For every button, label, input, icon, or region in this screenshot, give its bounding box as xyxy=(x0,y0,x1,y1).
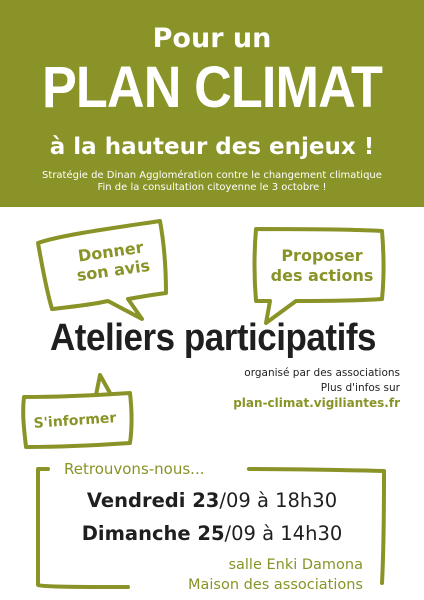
header-subtitle-consultation: Fin de la consultation citoyenne le 3 oc… xyxy=(97,182,327,193)
bubble-proposer-line1: Proposer xyxy=(281,246,363,265)
event-date-vendredi-time: /09 à 18h30 xyxy=(219,489,338,512)
info-plus: Plus d'infos sur xyxy=(320,382,400,394)
info-organise: organisé par des associations xyxy=(244,367,400,379)
event-date-dimanche: Dimanche 25/09 à 14h30 xyxy=(0,522,424,546)
event-retrouvons: Retrouvons-nous... xyxy=(60,460,209,478)
event-date-dimanche-time: /09 à 14h30 xyxy=(224,522,343,545)
bubble-proposer-text: Proposer des actions xyxy=(262,246,382,286)
event-date-vendredi: Vendredi 23/09 à 18h30 xyxy=(0,489,424,513)
header-title-plan-climat: PLAN CLIMAT xyxy=(41,55,383,120)
info-url-link[interactable]: plan-climat.vigiliantes.fr xyxy=(233,396,400,411)
header-line-enjeux: à la hauteur des enjeux ! xyxy=(49,134,375,160)
header-subtitle: Stratégie de Dinan Agglomération contre … xyxy=(0,170,424,194)
header-banner: Pour un PLAN CLIMAT à la hauteur des enj… xyxy=(0,0,424,207)
event-date-vendredi-day: Vendredi 23 xyxy=(86,489,220,512)
event-salle: salle Enki Damona xyxy=(225,556,366,575)
event-date-dimanche-day: Dimanche 25 xyxy=(81,522,225,545)
ateliers-title: Ateliers participatifs xyxy=(50,317,376,359)
info-block: organisé par des associations Plus d'inf… xyxy=(233,366,400,411)
header-line-pour-un: Pour un xyxy=(152,23,272,54)
header-subtitle-strategie: Stratégie de Dinan Agglomération contre … xyxy=(42,170,382,181)
bubble-proposer-line2: des actions xyxy=(270,266,374,285)
event-maison: Maison des associations xyxy=(184,576,366,595)
